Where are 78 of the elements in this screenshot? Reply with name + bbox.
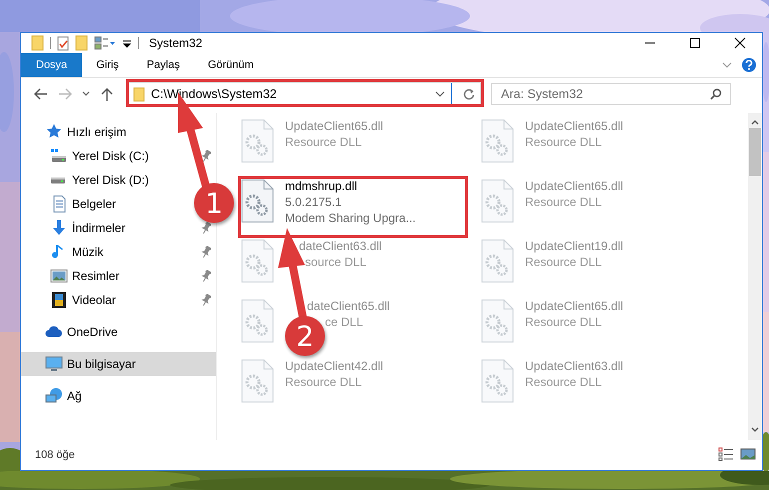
question-mark-icon [745, 60, 753, 70]
sidebar-item[interactable]: Ağ [21, 384, 88, 408]
gear-document-icon [241, 299, 275, 343]
expand-ribbon-icon [722, 61, 732, 69]
view-layout-icon [94, 36, 116, 50]
up-arrow-icon [101, 87, 113, 101]
back-arrow-icon [34, 88, 48, 100]
sidebar-item[interactable]: Belgeler [21, 192, 122, 216]
scrollbar-thumb[interactable] [749, 128, 761, 176]
pin-icon [201, 150, 211, 162]
file-menu-tab[interactable]: Dosya [21, 53, 82, 77]
search-icon [710, 88, 722, 100]
pictures-icon [50, 267, 68, 285]
file-description: Resource DLL [525, 254, 602, 270]
sidebar-item[interactable]: Bu bilgisayar [21, 352, 216, 376]
ribbon-tab[interactable]: Görünüm [194, 53, 268, 77]
sidebar-item[interactable]: OneDrive [21, 320, 124, 344]
file-name[interactable]: mdmshrup.dll [285, 178, 358, 194]
file-version: 5.0.2175.1 [285, 194, 342, 210]
caret-icon [435, 91, 445, 97]
system-drive-icon [50, 147, 68, 165]
ribbon-tab[interactable]: Paylaş [132, 53, 194, 77]
gear-document-icon [481, 119, 515, 163]
thumbnail-view-icon [740, 446, 756, 460]
gear-document-icon [481, 179, 515, 223]
gear-document-icon [481, 299, 515, 343]
file-description: Resource DLL [525, 374, 602, 390]
sidebar-item[interactable]: Yerel Disk (C:) [21, 144, 155, 168]
sidebar-item[interactable]: Yerel Disk (D:) [21, 168, 155, 192]
file-description: Resource DLL [285, 374, 362, 390]
folder-icon [133, 86, 145, 102]
file-description: ce DLL [325, 314, 364, 330]
item-count: 108 öğe [35, 449, 75, 461]
scroll-up-icon [751, 118, 759, 126]
file-description: Resource DLL [525, 194, 602, 210]
refresh-icon [463, 88, 475, 100]
file-description: Resource DLL [525, 314, 602, 330]
network-icon [45, 387, 63, 405]
file-description: Modem Sharing Upgra... [285, 210, 416, 226]
close-icon [734, 37, 746, 49]
pin-icon [201, 222, 211, 234]
pin-icon [201, 246, 211, 258]
gear-document-icon [241, 359, 275, 403]
gear-document-icon [481, 359, 515, 403]
caret-icon [82, 91, 90, 97]
gear-document-icon [241, 239, 275, 283]
sidebar-item[interactable]: Videolar [21, 288, 122, 312]
sidebar-item[interactable]: Müzik [21, 240, 110, 264]
customize-toolbar-icon [122, 38, 132, 48]
new-folder-icon [75, 35, 88, 51]
gear-document-icon [241, 119, 275, 163]
sidebar-item[interactable]: Hızlı erişim [21, 120, 132, 144]
properties-icon [57, 36, 69, 50]
details-view-button[interactable] [718, 446, 734, 464]
drive-icon [50, 176, 68, 184]
gear-document-icon [241, 179, 275, 223]
address-path: C:\Windows\System32 [151, 87, 277, 101]
scroll-down-icon [751, 426, 759, 434]
videos-icon [50, 291, 68, 309]
forward-arrow-icon [58, 88, 72, 100]
sidebar-item[interactable]: İndirmeler [21, 216, 132, 240]
scrollbar[interactable] [748, 113, 762, 440]
folder-icon [31, 35, 44, 51]
help-icon[interactable] [742, 58, 756, 72]
file-description: Resource DLL [525, 134, 602, 150]
computer-icon [45, 355, 63, 373]
pin-icon [201, 294, 211, 306]
ribbon-tab[interactable]: Giriş [82, 53, 133, 77]
file-description: source DLL [305, 254, 366, 270]
pin-icon [201, 270, 211, 282]
downloads-icon [50, 219, 68, 237]
window-title: System32 [149, 36, 202, 50]
sidebar-item[interactable]: Resimler [21, 264, 126, 288]
file-description: Resource DLL [285, 134, 362, 150]
maximize-icon [688, 37, 700, 49]
details-view-icon [718, 446, 734, 460]
gear-document-icon [481, 239, 515, 283]
search-field[interactable]: Ara: System32 [491, 83, 731, 105]
